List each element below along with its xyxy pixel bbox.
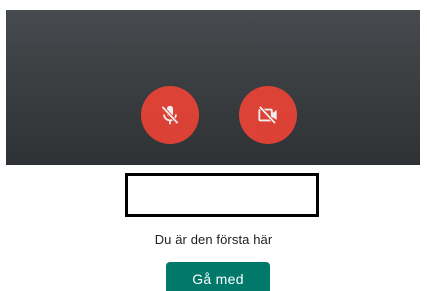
microphone-toggle-button[interactable] xyxy=(141,86,199,144)
status-text: Du är den första här xyxy=(154,232,273,247)
redacted-name-box xyxy=(125,173,319,217)
camera-off-icon xyxy=(255,102,281,128)
meeting-join-screen: Du är den första här Gå med xyxy=(0,0,427,291)
video-preview xyxy=(6,10,420,165)
mic-off-icon xyxy=(157,102,183,128)
join-button[interactable]: Gå med xyxy=(166,262,270,291)
camera-toggle-button[interactable] xyxy=(239,86,297,144)
